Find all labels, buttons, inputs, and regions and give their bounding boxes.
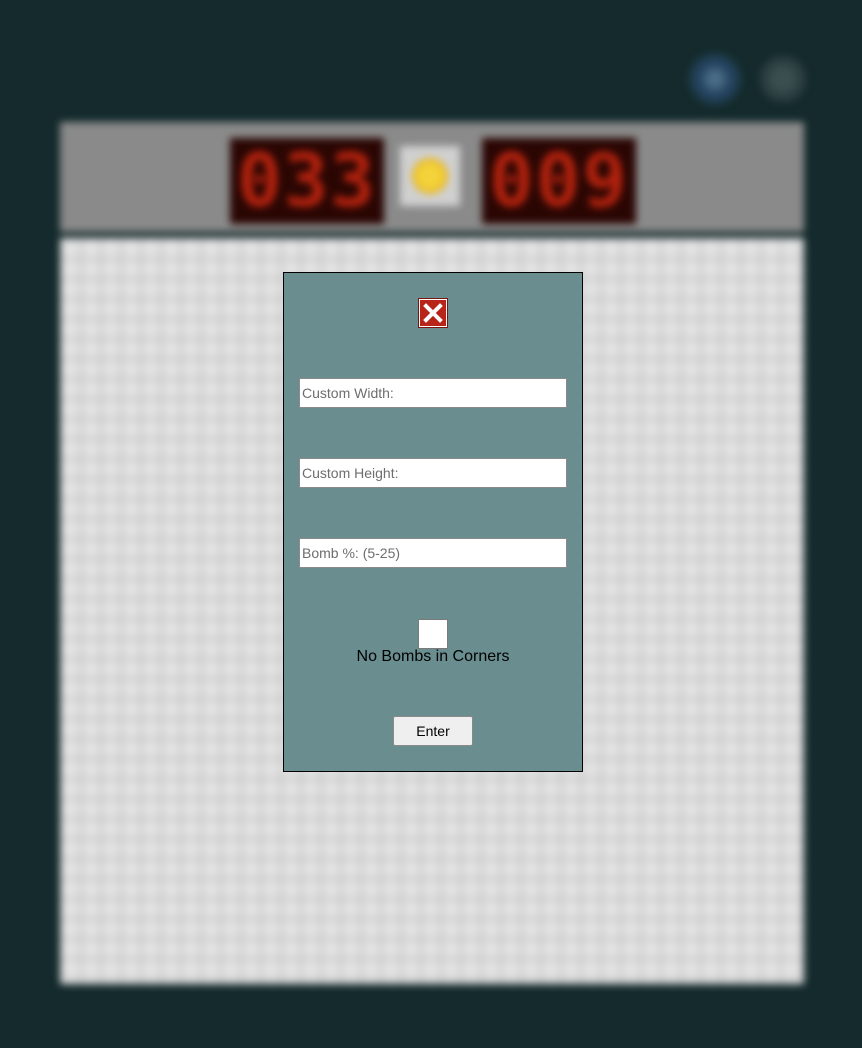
custom-width-input[interactable]	[299, 378, 567, 408]
reset-face-button[interactable]	[400, 146, 460, 206]
sun-face-icon	[412, 158, 448, 194]
custom-height-input[interactable]	[299, 458, 567, 488]
status-bar: 033 009	[60, 122, 804, 232]
no-bombs-in-corners-checkbox[interactable]	[418, 619, 448, 649]
settings-icon[interactable]	[692, 56, 738, 102]
no-bombs-in-corners-label: No Bombs in Corners	[356, 648, 510, 665]
bomb-counter: 033	[230, 138, 384, 224]
bomb-percent-input[interactable]	[299, 538, 567, 568]
enter-button[interactable]: Enter	[393, 716, 473, 746]
timer: 009	[482, 138, 636, 224]
info-icon[interactable]	[760, 56, 806, 102]
close-button[interactable]	[418, 298, 448, 328]
custom-game-modal: No Bombs in Corners Enter	[283, 272, 583, 772]
close-x-icon	[423, 303, 443, 323]
